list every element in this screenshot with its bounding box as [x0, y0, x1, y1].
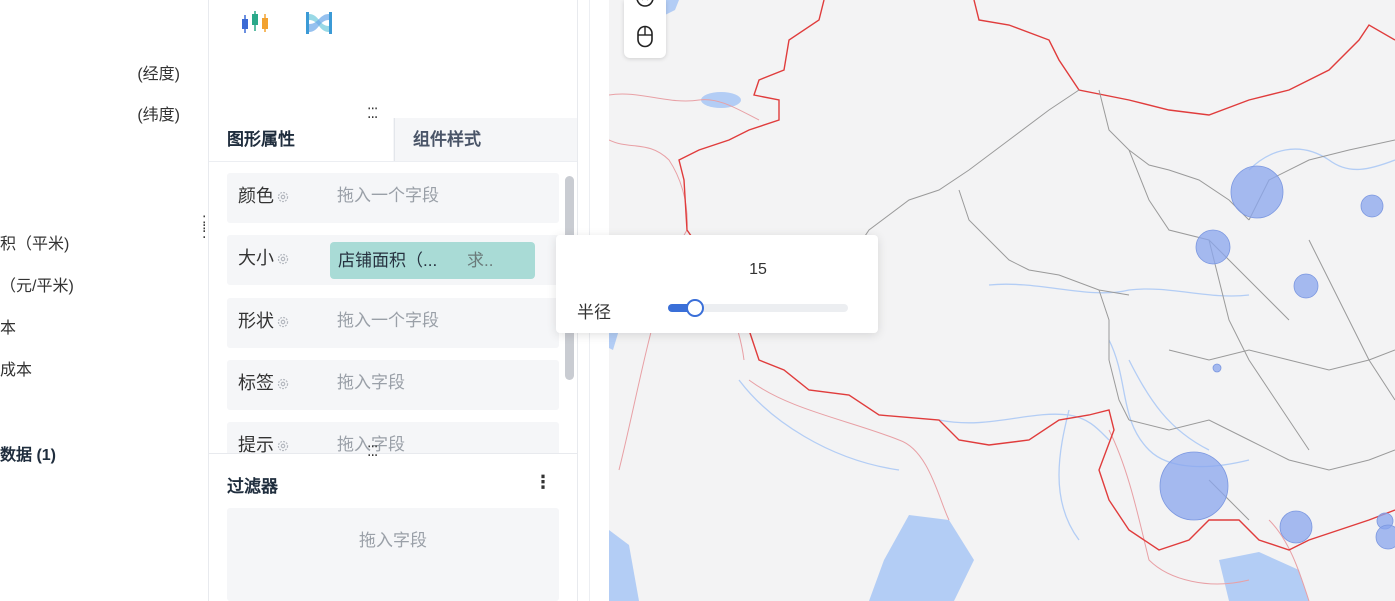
shape-label-text: 形状 — [238, 311, 274, 331]
border-line — [1168, 349, 1395, 371]
field-longitude[interactable]: (经度) — [137, 60, 180, 84]
tag-label: 标签 — [238, 360, 290, 410]
size-field-aggregation[interactable]: 求.. — [467, 242, 493, 279]
shape-encoding-row[interactable]: 形状 拖入一个字段 — [227, 298, 559, 348]
bubble-marker — [1375, 524, 1395, 550]
border-line — [973, 0, 1395, 116]
field-cost[interactable]: 本 — [0, 314, 16, 338]
river — [1128, 359, 1210, 451]
field-list-panel: (经度) (纬度) 积（平米) （元/平米) 本 成本 数据 (1) — [0, 0, 208, 601]
color-encoding-row[interactable]: 颜色 拖入一个字段 — [227, 173, 559, 223]
bubble-marker — [1293, 273, 1319, 299]
river — [1248, 148, 1395, 171]
filter-separator — [209, 453, 577, 454]
filter-more-icon[interactable]: ⋮ — [534, 472, 552, 493]
left-resize-handle[interactable]: ⁚ ⁚ ⁚ — [202, 214, 207, 240]
bubble-marker — [1195, 229, 1231, 265]
color-label: 颜色 — [238, 173, 290, 223]
radius-slider-thumb[interactable] — [686, 299, 704, 317]
gear-icon[interactable] — [276, 377, 290, 391]
border-line — [1098, 89, 1250, 221]
size-label: 大小 — [238, 235, 290, 285]
props-resize-handle[interactable]: ⁚⁚⁚ — [367, 106, 378, 120]
river — [938, 413, 1110, 441]
bubble-marker — [1230, 165, 1284, 219]
size-field-name: 店铺面积（... — [338, 251, 438, 270]
gear-icon[interactable] — [276, 439, 290, 453]
bubble-marker — [1360, 194, 1384, 218]
candlestick-chart-icon[interactable] — [239, 10, 271, 36]
filter-drop-placeholder: 拖入字段 — [359, 531, 427, 550]
filter-title: 过滤器 — [227, 477, 278, 496]
mouse-icon[interactable] — [635, 25, 655, 48]
border-line — [1098, 289, 1130, 421]
radius-value: 15 — [749, 261, 767, 278]
water-body — [1219, 552, 1309, 601]
border-line — [958, 189, 1130, 296]
river — [1058, 409, 1080, 541]
border-line — [1308, 239, 1395, 401]
sankey-chart-icon[interactable] — [305, 10, 333, 36]
data-section-header[interactable]: 数据 (1) — [0, 441, 56, 465]
shape-label: 形状 — [238, 298, 290, 348]
gear-icon[interactable] — [276, 315, 290, 329]
map-toolbar — [624, 0, 666, 58]
field-rent[interactable]: （元/平米) — [0, 272, 74, 296]
water-body — [869, 515, 974, 601]
bubble-marker — [1159, 451, 1229, 521]
radius-popover: 15 半径 — [556, 235, 878, 333]
gear-icon[interactable] — [276, 190, 290, 204]
tab-component-style[interactable]: 组件样式 — [394, 118, 577, 161]
border-line — [1208, 239, 1310, 451]
color-label-text: 颜色 — [238, 186, 274, 206]
province-borders — [848, 89, 1395, 521]
radius-slider[interactable] — [668, 299, 848, 317]
tag-label-text: 标签 — [238, 373, 274, 393]
river — [988, 283, 1250, 297]
border-line — [748, 379, 950, 521]
field-store-area[interactable]: 积（平米) — [0, 230, 69, 254]
gear-icon[interactable] — [276, 252, 290, 266]
field-latitude[interactable]: (纬度) — [137, 101, 180, 125]
size-encoding-row[interactable]: 大小 店铺面积（... 求.. — [227, 235, 559, 285]
field-other-cost[interactable]: 成本 — [0, 356, 32, 380]
water-body — [609, 530, 639, 601]
bubble-marker — [1279, 510, 1313, 544]
size-label-text: 大小 — [238, 248, 274, 268]
rotate-icon[interactable] — [635, 0, 655, 8]
rivers — [738, 148, 1395, 541]
shape-drop-placeholder[interactable]: 拖入一个字段 — [337, 298, 439, 348]
river — [738, 379, 900, 471]
tag-drop-placeholder[interactable]: 拖入字段 — [337, 360, 405, 410]
size-field-pill[interactable]: 店铺面积（... 求.. — [330, 242, 535, 279]
property-tabs: 图形属性 组件样式 — [209, 118, 577, 162]
tooltip-label: 提示 — [238, 422, 290, 453]
border-line — [848, 89, 1080, 261]
border-line — [609, 139, 688, 231]
tab-shape-properties[interactable]: 图形属性 — [209, 118, 393, 161]
filter-drop-zone[interactable]: 拖入字段 — [227, 508, 559, 601]
tag-encoding-row[interactable]: 标签 拖入字段 — [227, 360, 559, 410]
tooltip-encoding-row[interactable]: 提示 拖入字段 — [227, 422, 559, 453]
bubble-marker — [1212, 363, 1222, 373]
river — [1108, 339, 1250, 468]
radius-label: 半径 — [577, 303, 611, 322]
color-drop-placeholder[interactable]: 拖入一个字段 — [337, 173, 439, 223]
tooltip-label-text: 提示 — [238, 435, 274, 453]
